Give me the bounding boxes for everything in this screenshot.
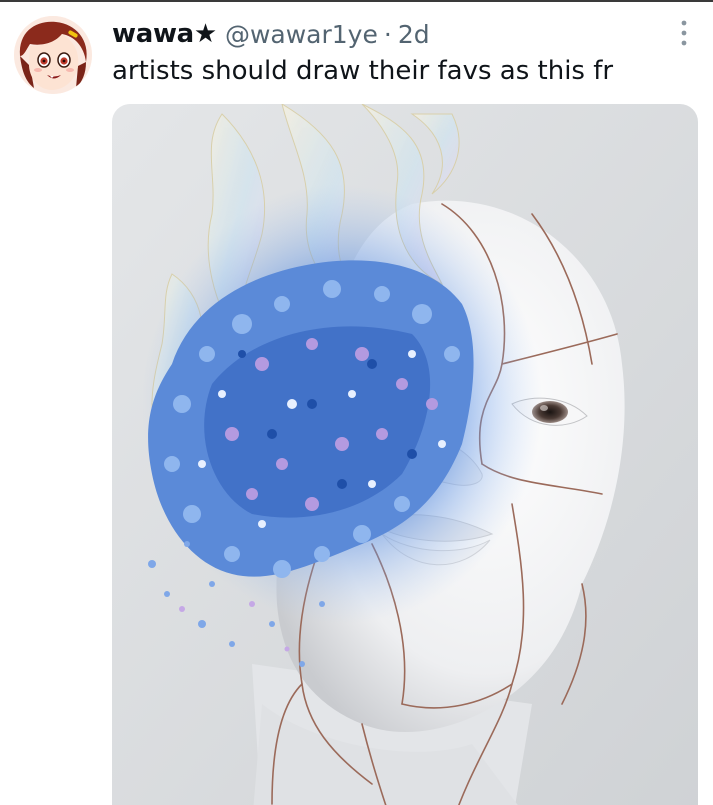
- divider: [0, 0, 713, 2]
- author-handle[interactable]: @wawar1ye: [225, 20, 378, 49]
- tweet-card[interactable]: wawa★ @wawar1ye · 2d artists should draw…: [0, 0, 713, 805]
- tweet-header: wawa★ @wawar1ye · 2d: [112, 14, 430, 54]
- vertical-ellipsis-icon: [681, 20, 687, 50]
- avatar[interactable]: [14, 16, 92, 94]
- tweet-text: artists should draw their favs as this f…: [112, 56, 614, 86]
- tweet-media-image[interactable]: [112, 104, 698, 805]
- timestamp[interactable]: 2d: [398, 20, 430, 49]
- separator-dot: ·: [383, 19, 392, 49]
- more-options-button[interactable]: [664, 20, 704, 50]
- author-display-name[interactable]: wawa★: [112, 19, 217, 49]
